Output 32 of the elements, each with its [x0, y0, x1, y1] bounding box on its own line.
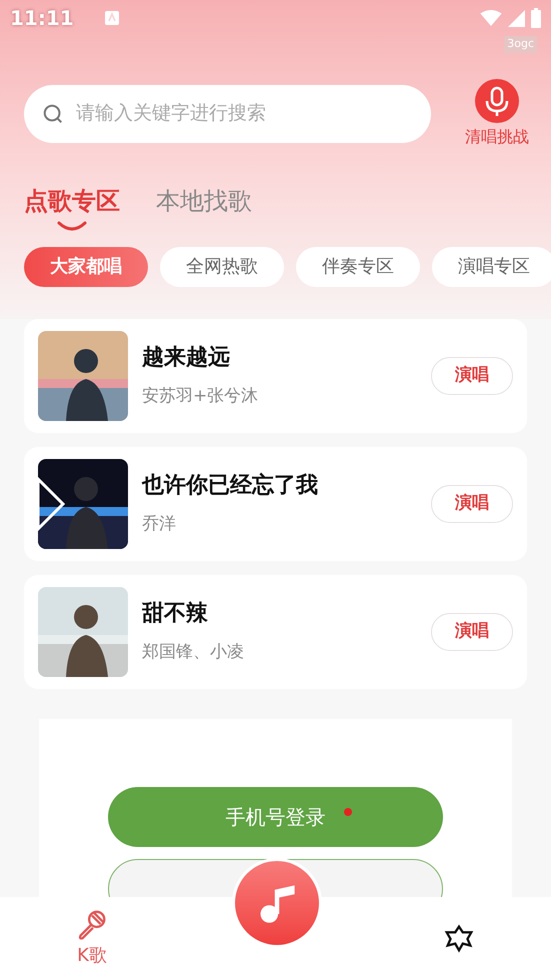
sing-button[interactable]: 演唱 [431, 612, 513, 650]
song-artist: 乔洋 [142, 513, 177, 536]
search-icon [42, 102, 64, 124]
nav-tab[interactable]: K歌 [72, 908, 112, 968]
category-chip[interactable]: 演唱专区 [432, 246, 551, 286]
song-artist: 安苏羽+张兮沐 [142, 385, 260, 408]
microphone-icon [475, 78, 519, 122]
wifi-icon [480, 10, 502, 26]
debug-badge: 3ogc [504, 36, 537, 52]
category-chip[interactable]: 全网热歌 [160, 246, 284, 286]
category-chip[interactable]: 伴奏专区 [296, 246, 420, 286]
status-time: 11:11 [10, 5, 74, 32]
song-card[interactable]: 甜不辣 郑国锋、小凌 演唱 [24, 574, 527, 688]
battery-icon [531, 8, 541, 28]
tab[interactable]: 本地找歌 [156, 182, 252, 218]
category-chip[interactable]: 大家都唱 [24, 246, 148, 286]
signal-icon [508, 10, 525, 26]
tab-indicator [57, 220, 87, 230]
challenge-button[interactable]: 清唱挑战 [465, 78, 529, 148]
sing-button[interactable]: 演唱 [431, 356, 513, 394]
search-field[interactable]: 请输入关键字进行搜索 [76, 99, 413, 128]
song-title: 越来越远 [142, 344, 231, 372]
sing-button[interactable]: 演唱 [431, 484, 513, 522]
keyboard-icon [104, 10, 120, 26]
song-card[interactable]: 也许你已经忘了我 乔洋 演唱 [24, 446, 527, 560]
song-title: 也许你已经忘了我 [142, 472, 319, 500]
phone-login-button[interactable]: 手机号登录 [108, 786, 443, 846]
song-card[interactable]: 越来越远 安苏羽+张兮沐 演唱 [24, 318, 527, 432]
song-title: 甜不辣 [142, 600, 209, 628]
tab[interactable]: 点歌专区 [24, 182, 120, 230]
search-bar[interactable]: 请输入关键字进行搜索 [24, 84, 431, 142]
song-artist: 郑国锋、小凌 [142, 641, 245, 664]
